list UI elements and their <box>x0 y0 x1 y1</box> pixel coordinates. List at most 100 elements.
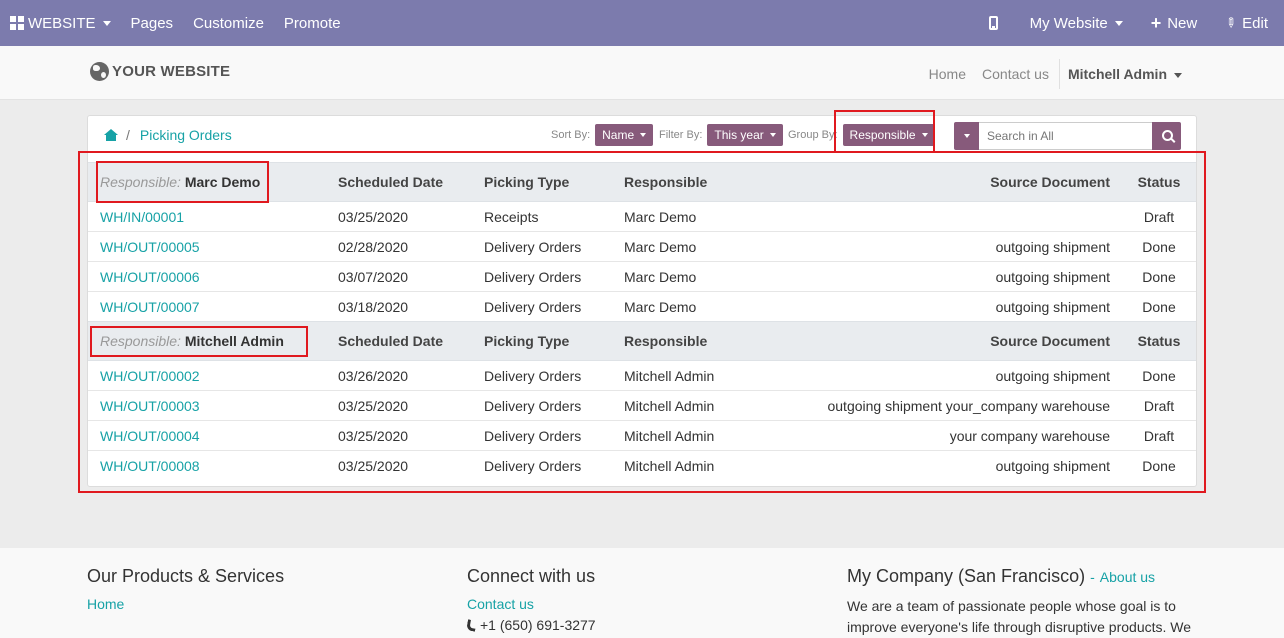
new-button[interactable]: + New <box>1141 0 1216 46</box>
footer-company-title: My Company (San Francisco) <box>847 566 1086 586</box>
table-row[interactable]: WH/IN/00001 03/25/2020 Receipts Marc Demo Dr… <box>88 201 1196 232</box>
search-bar <box>954 122 1181 150</box>
table-body: Responsible: Marc Demo Scheduled Date Pick… <box>88 162 1196 481</box>
chevron-down-icon <box>769 133 776 137</box>
search-button[interactable] <box>1152 122 1181 150</box>
responsible-cell: Marc Demo <box>612 261 772 292</box>
table-row[interactable]: WH/OUT/00004 03/25/2020 Delivery Orders Mit… <box>88 420 1196 451</box>
globe-icon <box>90 62 109 81</box>
status-cell: Draft <box>1122 201 1196 232</box>
column-header-source-document: Source Document <box>772 321 1122 361</box>
footer-connect-title: Connect with us <box>467 566 596 586</box>
filter-by-control: Filter By: This year <box>659 124 783 146</box>
picking-orders-card: / Picking Orders Sort By: Name Filter By… <box>87 115 1197 487</box>
column-header-picking-type: Picking Type <box>472 162 612 202</box>
picking-reference-link[interactable]: WH/OUT/00004 <box>88 420 326 451</box>
picking-reference-link[interactable]: WH/OUT/00005 <box>88 231 326 262</box>
customize-menu[interactable]: Customize <box>183 0 274 46</box>
search-options-dropdown[interactable] <box>954 122 979 150</box>
website-switcher-label: My Website <box>1029 14 1108 32</box>
footer-about-text: We are a team of passionate people whose… <box>847 598 1192 635</box>
footer-company-heading: My Company (San Francisco) - About us <box>847 566 1197 587</box>
status-cell: Done <box>1122 231 1196 262</box>
picking-type-cell: Delivery Orders <box>472 450 612 481</box>
picking-type-cell: Delivery Orders <box>472 420 612 451</box>
table-row[interactable]: WH/OUT/00003 03/25/2020 Delivery Orders Mit… <box>88 390 1196 421</box>
website-switcher[interactable]: My Website <box>1020 0 1141 46</box>
picking-reference-link[interactable]: WH/IN/00001 <box>88 201 326 232</box>
footer-products-title: Our Products & Services <box>87 566 285 586</box>
portal-toolbar: / Picking Orders Sort By: Name Filter By… <box>88 116 1196 156</box>
scheduled-date-cell: 03/25/2020 <box>326 450 472 481</box>
group-header-row[interactable]: Responsible: Marc Demo Scheduled Date Pick… <box>88 162 1196 202</box>
table-row[interactable]: WH/OUT/00007 03/18/2020 Delivery Orders Mar… <box>88 291 1196 322</box>
table-row[interactable]: WH/OUT/00005 02/28/2020 Delivery Orders Mar… <box>88 231 1196 262</box>
website-menu[interactable]: WEBSITE <box>0 0 121 46</box>
footer-about-link[interactable]: About us <box>1100 569 1155 585</box>
responsible-cell: Mitchell Admin <box>612 420 772 451</box>
source-document-cell: outgoing shipment <box>772 261 1122 292</box>
responsible-cell: Marc Demo <box>612 201 772 232</box>
edit-label: Edit <box>1242 14 1268 32</box>
source-document-cell: outgoing shipment <box>772 231 1122 262</box>
footer-home-link[interactable]: Home <box>87 596 284 612</box>
scheduled-date-cell: 03/25/2020 <box>326 420 472 451</box>
footer-contact-link[interactable]: Contact us <box>467 596 596 612</box>
site-logo[interactable]: YOUR WEBSITE <box>90 62 230 81</box>
website-menu-label: WEBSITE <box>28 14 96 32</box>
column-header-source-document: Source Document <box>772 162 1122 202</box>
status-cell: Done <box>1122 450 1196 481</box>
search-input[interactable] <box>979 122 1152 150</box>
chevron-down-icon <box>640 133 647 137</box>
footer-company-sep: - <box>1090 569 1095 585</box>
picking-reference-link[interactable]: WH/OUT/00002 <box>88 360 326 391</box>
picking-type-cell: Delivery Orders <box>472 261 612 292</box>
picking-reference-link[interactable]: WH/OUT/00006 <box>88 261 326 292</box>
user-menu[interactable]: Mitchell Admin <box>1060 66 1190 82</box>
plus-icon: + <box>1150 13 1162 33</box>
table-row[interactable]: WH/OUT/00002 03/26/2020 Delivery Orders Mit… <box>88 360 1196 391</box>
group-by-dropdown[interactable]: Responsible <box>842 124 935 146</box>
group-label: Responsible: Mitchell Admin <box>88 321 326 361</box>
group-header-row[interactable]: Responsible: Mitchell Admin Scheduled Dat… <box>88 321 1196 361</box>
logo-text: YOUR WEBSITE <box>112 63 231 80</box>
source-document-cell: outgoing shipment your_company warehouse <box>772 390 1122 421</box>
status-cell: Draft <box>1122 420 1196 451</box>
table-row[interactable]: WH/OUT/00008 03/25/2020 Delivery Orders Mit… <box>88 450 1196 481</box>
chevron-down-icon <box>963 134 970 138</box>
promote-menu[interactable]: Promote <box>274 0 351 46</box>
column-header-picking-type: Picking Type <box>472 321 612 361</box>
status-cell: Done <box>1122 261 1196 292</box>
scheduled-date-cell: 03/25/2020 <box>326 390 472 421</box>
filter-by-label: Filter By: <box>659 129 703 141</box>
breadcrumb-picking-orders[interactable]: Picking Orders <box>140 127 232 143</box>
footer-phone-number: +1 (650) 691-3277 <box>480 617 596 633</box>
chevron-down-icon <box>1114 20 1123 26</box>
nav-contact-us[interactable]: Contact us <box>974 66 1057 82</box>
nav-home[interactable]: Home <box>921 66 974 82</box>
footer-connect: Connect with us Contact us +1 (650) 691-… <box>466 566 596 633</box>
picking-type-cell: Delivery Orders <box>472 390 612 421</box>
responsible-cell: Marc Demo <box>612 291 772 322</box>
group-label: Responsible: Marc Demo <box>88 162 326 202</box>
responsible-cell: Marc Demo <box>612 231 772 262</box>
picking-reference-link[interactable]: WH/OUT/00003 <box>88 390 326 421</box>
footer-phone: +1 (650) 691-3277 <box>466 617 596 633</box>
pages-menu[interactable]: Pages <box>121 0 184 46</box>
footer-company: My Company (San Francisco) - About us We… <box>847 566 1197 638</box>
table-row[interactable]: WH/OUT/00006 03/07/2020 Delivery Orders Mar… <box>88 261 1196 292</box>
sort-by-value: Name <box>602 128 635 142</box>
picking-reference-link[interactable]: WH/OUT/00008 <box>88 450 326 481</box>
new-label: New <box>1167 14 1198 32</box>
filter-by-dropdown[interactable]: This year <box>707 124 783 146</box>
picking-reference-link[interactable]: WH/OUT/00007 <box>88 291 326 322</box>
responsible-cell: Mitchell Admin <box>612 390 772 421</box>
column-header-status: Status <box>1122 321 1196 361</box>
column-header-scheduled-date: Scheduled Date <box>326 321 472 361</box>
edit-button[interactable]: ✎ Edit <box>1215 0 1278 46</box>
mobile-preview-button[interactable] <box>979 0 1020 46</box>
chevron-down-icon <box>1174 72 1182 78</box>
footer-products: Our Products & Services Home <box>87 566 284 612</box>
sort-by-dropdown[interactable]: Name <box>595 124 654 146</box>
home-icon[interactable] <box>104 129 118 141</box>
